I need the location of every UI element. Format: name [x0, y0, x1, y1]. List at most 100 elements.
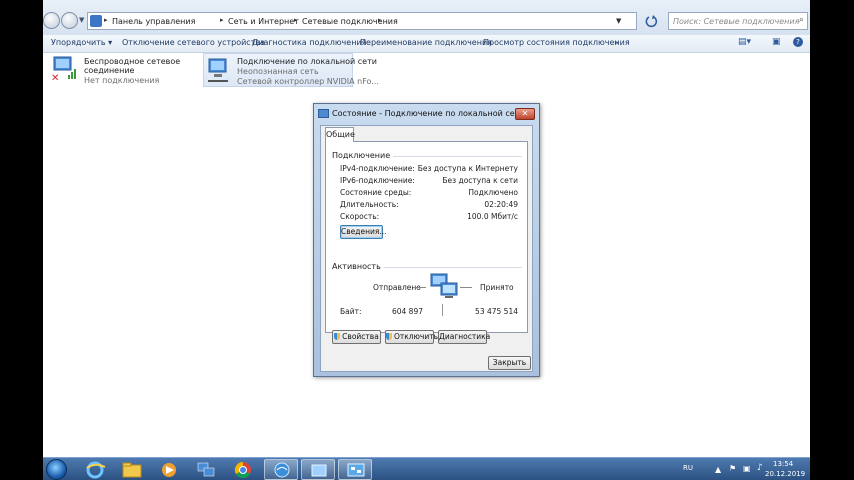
general-tab-panel: Подключение IPv4-подключение: Без доступ… — [325, 141, 528, 333]
diagnose-connection-button[interactable]: Диагностика подключения — [252, 38, 366, 47]
media-state-label: Состояние среды: — [340, 188, 412, 197]
lan-connection-status: Неопознанная сеть — [237, 67, 319, 76]
view-status-button[interactable]: Просмотр состояния подключения — [483, 38, 630, 47]
clock-time[interactable]: 13:54 — [773, 460, 793, 468]
group-divider — [376, 156, 522, 157]
refresh-icon — [645, 15, 658, 28]
breadcrumb-network-internet[interactable]: Сеть и Интернет — [228, 17, 299, 26]
network-tray-icon[interactable]: ▣ — [743, 464, 751, 473]
taskbar: RU ▲ ⚑ ▣ ♪ 13:54 20.12.2019 — [43, 457, 810, 480]
internet-explorer-icon — [86, 461, 106, 479]
tab-general[interactable]: Общие — [325, 127, 355, 142]
activity-computers-icon — [430, 273, 458, 298]
ipv6-label: IPv6-подключение: — [340, 176, 415, 185]
media-state-value: Подключено — [468, 188, 518, 197]
dialog-body: Общие Подключение IPv4-подключение: Без … — [320, 125, 533, 372]
wireless-connection-name-line1: Беспроводное сетевое — [84, 57, 181, 66]
search-input[interactable]: Поиск: Сетевые подключения ⌕ — [668, 12, 808, 30]
details-button[interactable]: Сведения... — [340, 225, 387, 239]
media-player-taskbar-button[interactable] — [152, 459, 186, 480]
ipv6-value: Без доступа к сети — [442, 176, 518, 185]
rename-connection-button[interactable]: Переименование подключения — [360, 38, 492, 47]
received-line — [460, 287, 472, 288]
forward-button[interactable] — [61, 12, 78, 29]
wireless-adapter-icon: ✕ — [51, 56, 76, 81]
action-center-icon[interactable]: ⚑ — [729, 464, 736, 473]
breadcrumb-separator-icon[interactable]: ▸ — [220, 16, 224, 24]
organize-menu[interactable]: Упорядочить ▾ — [51, 38, 112, 47]
search-placeholder: Поиск: Сетевые подключения — [673, 17, 800, 26]
wireless-connection-status: Нет подключения — [84, 76, 160, 85]
connection-group-label: Подключение — [332, 151, 394, 160]
ie-taskbar-button[interactable] — [78, 459, 112, 480]
breadcrumb-control-panel[interactable]: Панель управления — [112, 17, 195, 26]
dialog-close-button[interactable]: ✕ — [515, 108, 535, 120]
properties-button[interactable]: Свойства — [332, 330, 381, 344]
duration-label: Длительность: — [340, 200, 399, 209]
tray-expand-icon[interactable]: ▲ — [715, 465, 721, 474]
uac-shield-icon — [386, 333, 392, 340]
chrome-icon — [234, 461, 251, 479]
address-bar[interactable]: ▸ Панель управления ▸ Сеть и Интернет ▸ … — [87, 12, 637, 30]
network-app-taskbar-button[interactable] — [189, 459, 223, 480]
bytes-received-value: 53 475 514 — [475, 307, 518, 316]
network-computers-icon — [197, 462, 215, 477]
recent-pages-icon[interactable]: ▼ — [79, 16, 84, 24]
bytes-sent-value: 604 897 — [391, 307, 423, 316]
lan-connection-item[interactable]: Подключение по локальной сети Неопознанн… — [203, 53, 379, 87]
ipv4-label: IPv4-подключение: — [340, 164, 415, 173]
window-icon — [311, 464, 327, 477]
breadcrumb-network-connections[interactable]: Сетевые подключения — [302, 17, 398, 26]
clock-date[interactable]: 20.12.2019 — [765, 470, 805, 478]
uac-shield-icon — [334, 333, 341, 340]
duration-value: 02:20:49 — [484, 200, 518, 209]
language-indicator[interactable]: RU — [683, 464, 693, 472]
wireless-connection-name-line2: соединение — [84, 66, 135, 75]
lan-adapter-icon — [208, 58, 228, 82]
speed-label: Скорость: — [340, 212, 380, 221]
wireless-connection-item[interactable]: ✕ Беспроводное сетевое соединение Нет по… — [51, 55, 180, 87]
refresh-button[interactable] — [642, 12, 662, 30]
lan-connection-device: Сетевой контроллер NVIDIA nFo... — [237, 77, 379, 86]
group-divider — [372, 267, 522, 268]
dialog-title: Состояние - Подключение по локальной сет… — [332, 109, 525, 118]
back-button[interactable] — [43, 12, 60, 29]
ipv4-value: Без доступа к Интернету — [417, 164, 518, 173]
browser-taskbar-button[interactable] — [264, 459, 298, 480]
volume-icon[interactable]: ♪ — [757, 463, 763, 473]
disable-button[interactable]: Отключить — [385, 330, 438, 344]
disable-device-button[interactable]: Отключение сетевого устройства — [122, 38, 265, 47]
network-connections-taskbar-button[interactable] — [338, 459, 372, 480]
start-button[interactable] — [46, 459, 67, 480]
explorer-window: ▼ ▸ Панель управления ▸ Сеть и Интернет … — [43, 0, 810, 480]
sent-line — [414, 287, 426, 288]
disable-label: Отключить — [394, 332, 439, 341]
help-icon[interactable]: ? — [793, 37, 803, 47]
breadcrumb-separator-icon[interactable]: ▸ — [294, 16, 298, 24]
connection-status-dialog: Состояние - Подключение по локальной сет… — [313, 103, 540, 377]
media-player-icon — [162, 463, 176, 477]
organize-label: Упорядочить — [51, 38, 106, 47]
diagnose-button[interactable]: Диагностика — [438, 330, 490, 344]
breadcrumb-separator-icon[interactable]: ▸ — [378, 16, 382, 24]
address-bar-area: ▼ ▸ Панель управления ▸ Сеть и Интернет … — [43, 0, 810, 36]
bytes-label: Байт: — [340, 307, 362, 316]
close-button[interactable]: Закрыть — [488, 356, 531, 370]
received-label: Принято — [480, 283, 514, 292]
search-icon[interactable]: ⌕ — [799, 15, 804, 25]
explorer-taskbar-button[interactable] — [115, 459, 149, 480]
blue-globe-icon — [274, 462, 290, 478]
command-bar: Упорядочить ▾ Отключение сетевого устрой… — [43, 35, 810, 53]
chrome-taskbar-button[interactable] — [226, 459, 260, 480]
change-view-icon[interactable]: ▤▾ — [738, 37, 751, 47]
activity-group-label: Активность — [332, 262, 384, 271]
address-dropdown-icon[interactable]: ▼ — [616, 17, 621, 25]
breadcrumb-separator-icon[interactable]: ▸ — [104, 16, 108, 24]
window-taskbar-button[interactable] — [301, 459, 335, 480]
preview-pane-icon[interactable]: ▣ — [772, 37, 781, 47]
dialog-network-icon — [318, 109, 329, 118]
svg-text:✕: ✕ — [51, 73, 59, 81]
more-commands-button[interactable]: » — [614, 38, 619, 47]
speed-value: 100.0 Мбит/с — [467, 212, 518, 221]
lan-connection-name: Подключение по локальной сети — [237, 57, 377, 66]
